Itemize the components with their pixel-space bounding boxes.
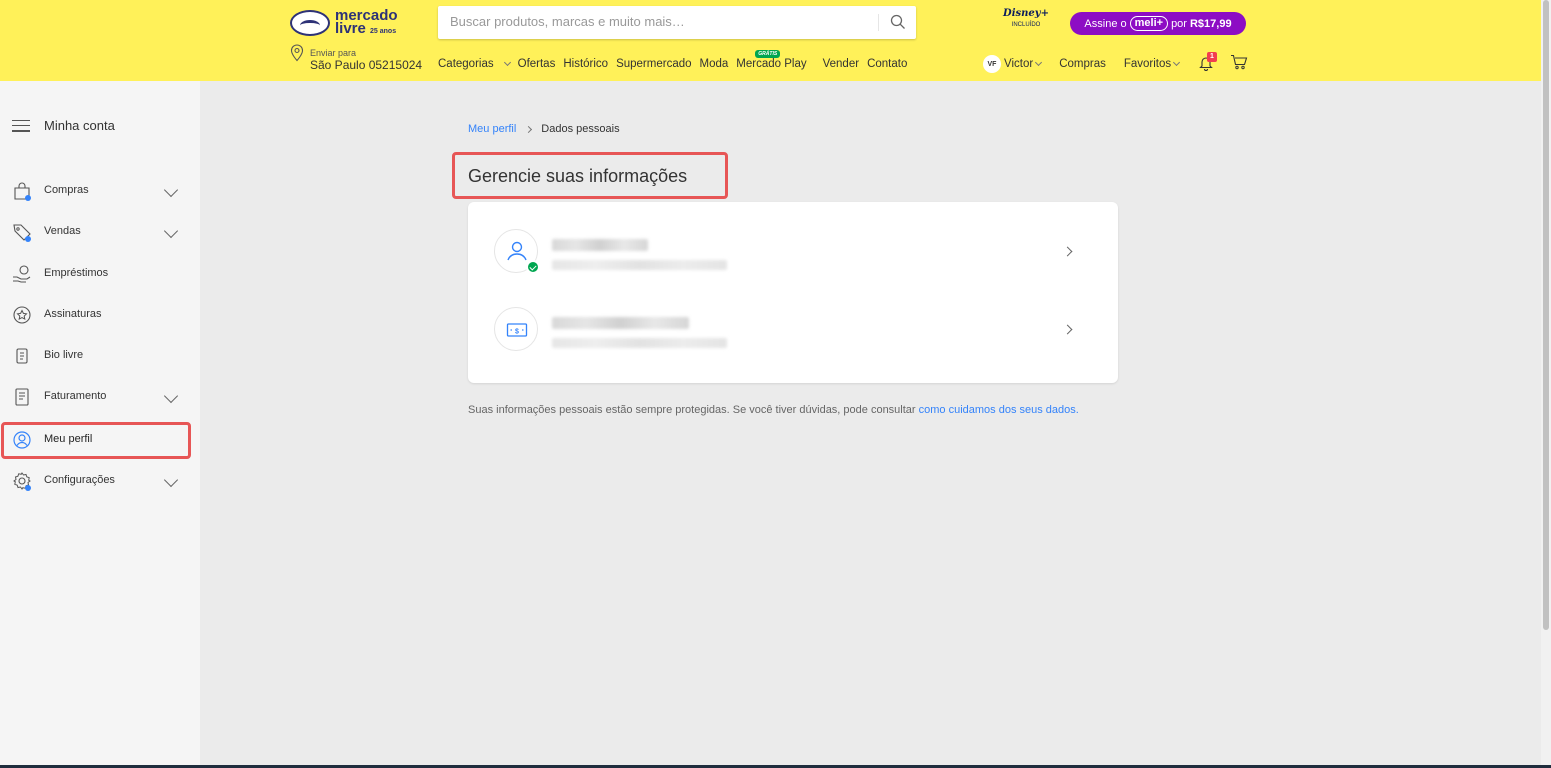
notification-badge: 1	[1207, 52, 1217, 62]
disney-included: INCLUÍDO	[1011, 22, 1041, 28]
sidebar-item-label: Meu perfil	[44, 433, 93, 445]
cart-icon[interactable]	[1230, 54, 1248, 70]
logo-line2: livre	[335, 19, 366, 37]
nav-historico[interactable]: Histórico	[563, 58, 608, 70]
chevron-down-icon	[503, 58, 511, 67]
verified-check-icon	[526, 260, 540, 274]
star-badge-icon	[13, 306, 31, 324]
chevron-down-icon	[163, 182, 179, 198]
redacted-detail	[552, 338, 727, 348]
meli-price: R$17,99	[1189, 17, 1232, 30]
shopping-bag-icon	[14, 182, 31, 201]
favoritos-menu[interactable]: Favoritos	[1124, 58, 1181, 70]
search-bar	[438, 6, 916, 39]
gear-icon	[13, 472, 31, 491]
personal-data-card: $	[468, 202, 1118, 383]
nav-categorias[interactable]: Categorias	[438, 58, 511, 70]
chevron-down-icon	[1173, 58, 1181, 67]
sidebar-header[interactable]: Minha conta	[12, 118, 115, 133]
main-nav: Categorias Ofertas Histórico Supermercad…	[438, 50, 915, 70]
sidebar-item-label: Compras	[44, 184, 89, 196]
user-icon	[507, 241, 527, 261]
user-nav: VF Victor Compras Favoritos	[983, 55, 1181, 73]
nav-contato[interactable]: Contato	[867, 58, 907, 70]
tag-icon	[13, 224, 31, 242]
location-label: Enviar para	[310, 48, 357, 58]
sidebar-item-compras[interactable]: Compras	[0, 172, 200, 208]
redacted-title	[552, 317, 689, 329]
privacy-note-text: Suas informações pessoais estão sempre p…	[468, 404, 919, 416]
nav-moda[interactable]: Moda	[700, 58, 729, 70]
chevron-down-icon	[163, 223, 179, 239]
nav-vender[interactable]: Vender	[823, 58, 859, 70]
header: mercado livre 25 anos Disney+ INCLUÍDO A…	[0, 0, 1541, 81]
money-bill-icon-container: $	[494, 307, 538, 351]
chevron-down-icon	[1035, 58, 1043, 67]
breadcrumb: Meu perfil Dados pessoais	[468, 123, 620, 135]
sidebar-item-label: Empréstimos	[44, 267, 109, 279]
breadcrumb-current: Dados pessoais	[541, 123, 620, 135]
sidebar-item-meu-perfil[interactable]: Meu perfil	[0, 421, 200, 457]
nav-mercado-play[interactable]: GRÁTIS Mercado Play	[736, 50, 814, 70]
list-item-financial-info[interactable]: $	[468, 280, 1118, 358]
search-icon[interactable]	[890, 14, 906, 30]
breadcrumb-link-meu-perfil[interactable]: Meu perfil	[468, 123, 516, 135]
sidebar-item-bio-livre[interactable]: Bio livre	[0, 337, 200, 373]
user-circle-icon	[13, 431, 31, 449]
meli-plus-button[interactable]: Assine o meli+ por R$17,99	[1070, 12, 1246, 35]
chevron-down-icon	[163, 472, 179, 488]
redacted-name	[552, 239, 648, 251]
scrollbar-thumb[interactable]	[1543, 0, 1549, 630]
sidebar-item-label: Assinaturas	[44, 308, 102, 320]
avatar[interactable]: VF	[983, 55, 1001, 73]
disney-logo: Disney+	[1003, 8, 1049, 19]
sidebar-item-emprestimos[interactable]: Empréstimos	[0, 255, 200, 291]
user-menu[interactable]: Victor	[1004, 58, 1043, 70]
redacted-detail	[552, 260, 727, 270]
money-bill-icon: $	[506, 323, 528, 337]
privacy-note: Suas informações pessoais estão sempre p…	[468, 404, 1079, 416]
meli-prefix: Assine o	[1084, 17, 1127, 30]
bio-icon	[16, 348, 28, 364]
sidebar-title: Minha conta	[44, 118, 115, 133]
page-title: Gerencie suas informações	[468, 166, 688, 186]
sidebar-item-assinaturas[interactable]: Assinaturas	[0, 296, 200, 332]
meli-plus-logo: meli+	[1129, 16, 1169, 31]
list-item-personal-info[interactable]	[468, 202, 1118, 280]
nav-supermercado[interactable]: Supermercado	[616, 58, 691, 70]
search-divider	[878, 14, 879, 31]
chevron-right-icon	[1062, 246, 1073, 257]
invoice-icon	[15, 388, 29, 406]
gratis-badge: GRÁTIS	[755, 50, 781, 58]
sidebar-item-configuracoes[interactable]: Configurações	[0, 462, 200, 498]
nav-ofertas[interactable]: Ofertas	[518, 58, 556, 70]
sidebar-item-faturamento[interactable]: Faturamento	[0, 378, 200, 414]
chevron-right-icon	[1062, 324, 1073, 335]
sidebar-item-label: Faturamento	[44, 390, 107, 402]
sidebar: Minha conta Compras Vendas Empréstimos A…	[0, 81, 200, 768]
scrollbar[interactable]	[1541, 0, 1551, 768]
sidebar-item-label: Bio livre	[44, 349, 84, 361]
meli-por: por	[1171, 17, 1187, 30]
svg-text:$: $	[515, 329, 519, 336]
disney-plus-banner[interactable]: Disney+ INCLUÍDO	[1000, 8, 1052, 28]
sidebar-item-label: Configurações	[44, 474, 115, 486]
money-hand-icon	[13, 265, 31, 283]
sidebar-item-vendas[interactable]: Vendas	[0, 213, 200, 249]
hamburger-icon	[12, 119, 30, 132]
chevron-down-icon	[163, 388, 179, 404]
search-input[interactable]	[450, 14, 870, 29]
compras-link[interactable]: Compras	[1059, 58, 1106, 70]
sidebar-item-label: Vendas	[44, 225, 81, 237]
logo-badge-text: 25 anos	[370, 27, 397, 35]
mercado-livre-logo[interactable]: mercado livre 25 anos	[290, 8, 398, 37]
handshake-icon	[290, 10, 330, 36]
chevron-right-icon	[525, 125, 533, 133]
location-value: São Paulo 05215024	[310, 58, 423, 72]
location-pin-icon	[290, 44, 304, 62]
privacy-link[interactable]: como cuidamos dos seus dados.	[919, 404, 1079, 416]
